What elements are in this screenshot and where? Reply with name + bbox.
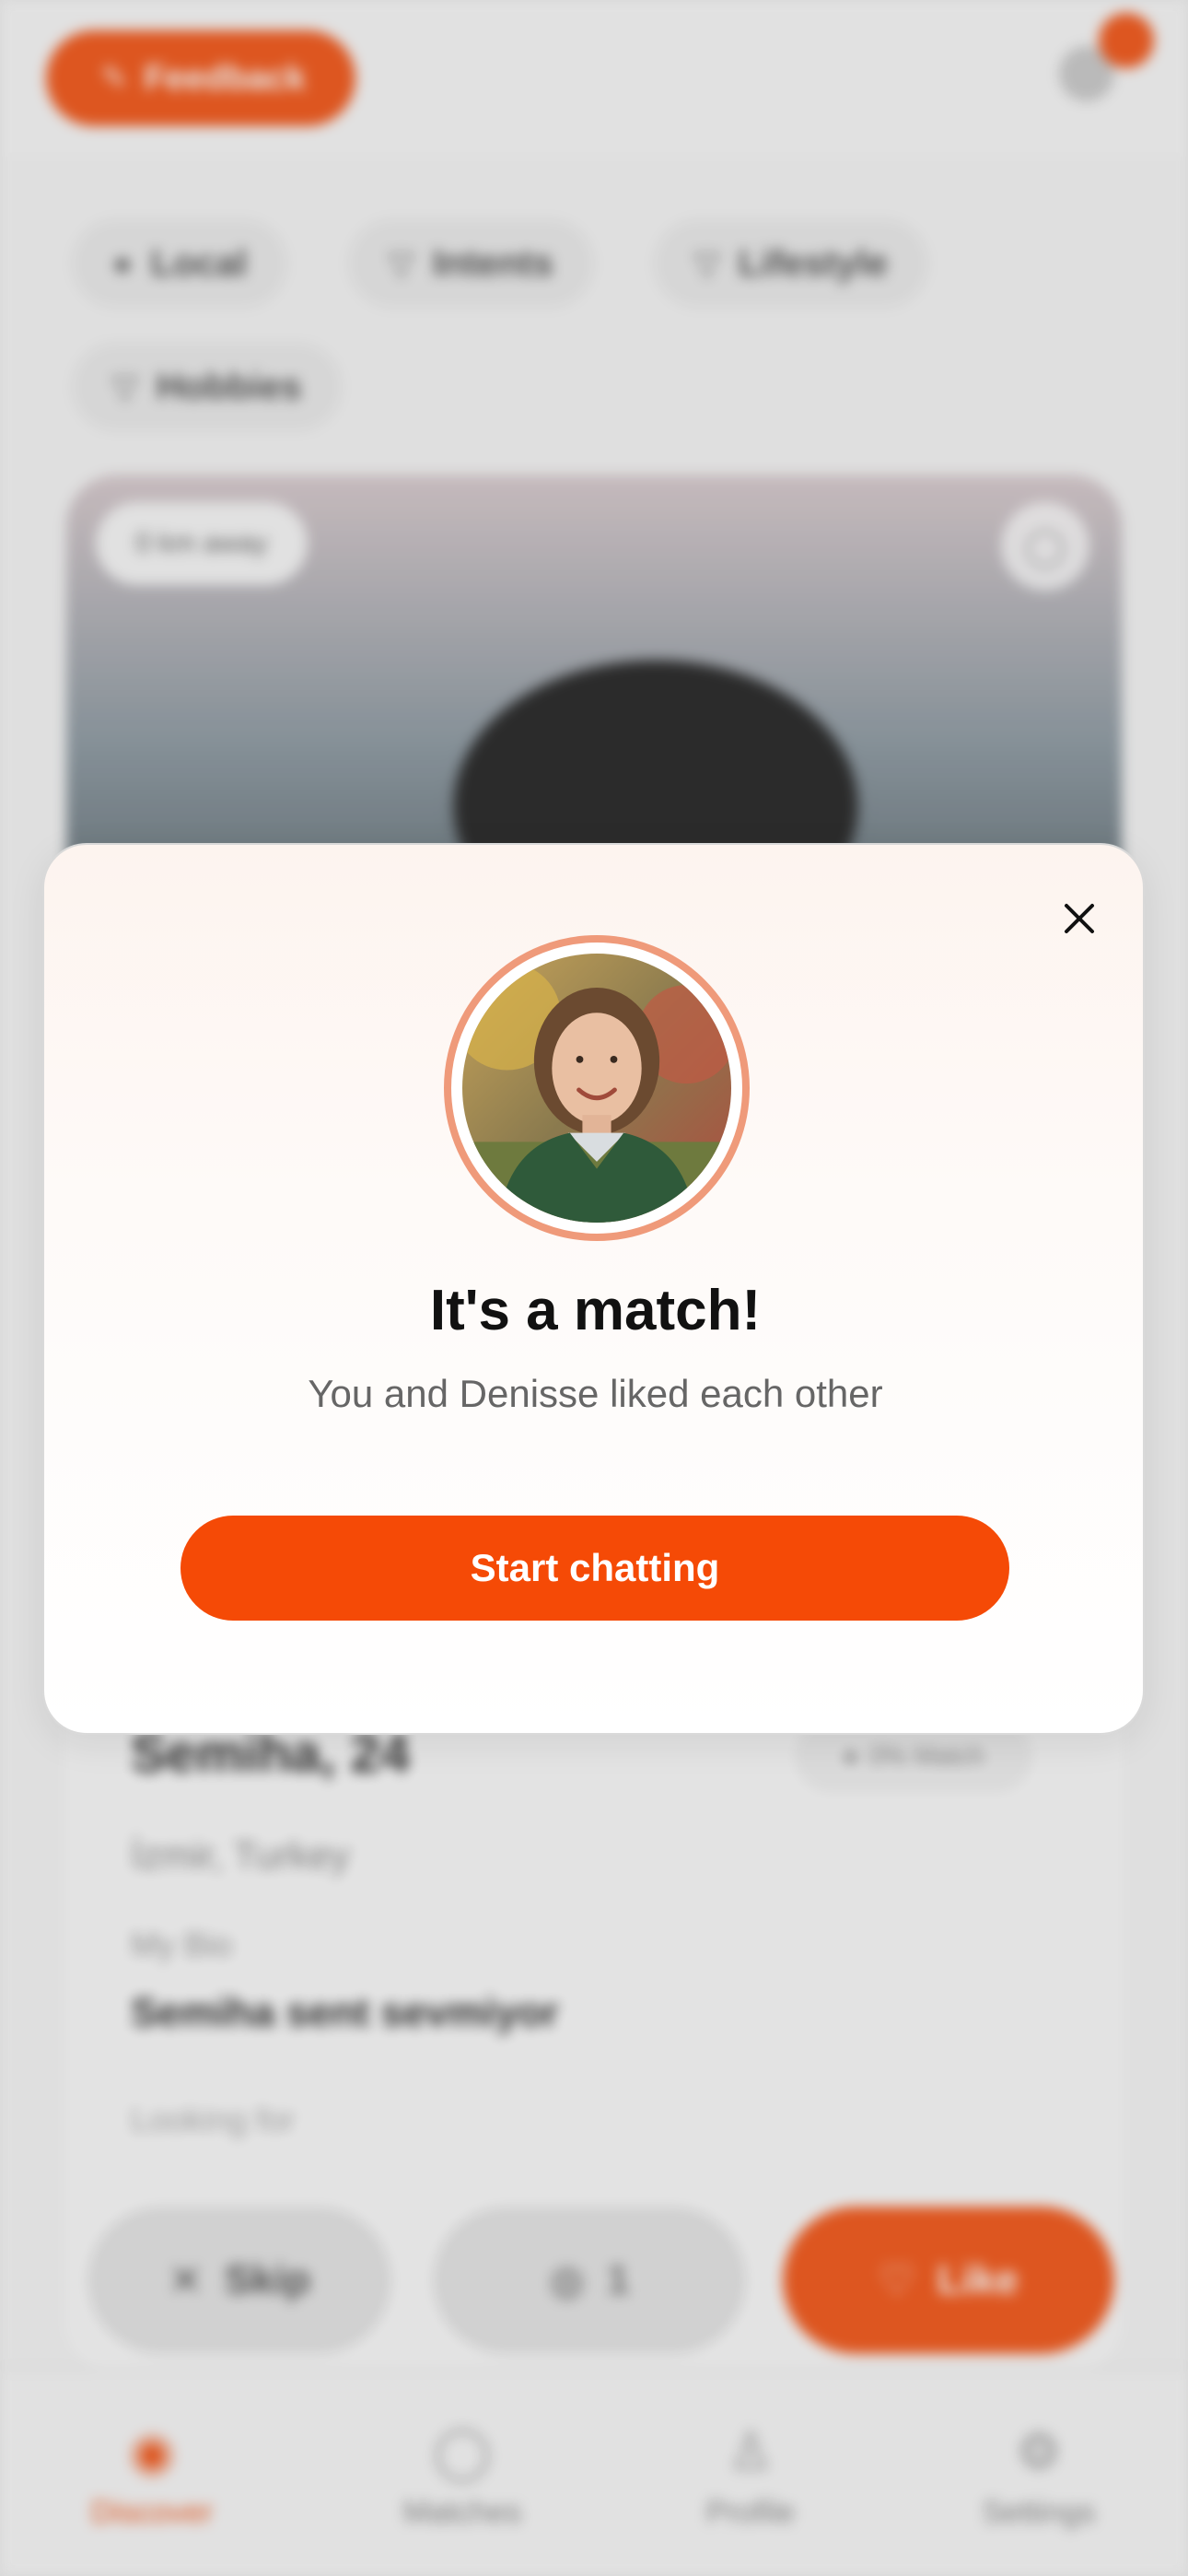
start-chatting-button[interactable]: Start chatting [181, 1516, 1009, 1621]
match-subtitle: You and Denisse liked each other [308, 1372, 883, 1415]
match-title: It's a match! [429, 1279, 762, 1342]
avatar [444, 935, 750, 1241]
close-icon [1065, 904, 1094, 933]
match-modal: It's a match! You and Denisse liked each… [42, 843, 1145, 1735]
close-button[interactable] [1054, 893, 1105, 944]
avatar-photo [462, 954, 731, 1223]
